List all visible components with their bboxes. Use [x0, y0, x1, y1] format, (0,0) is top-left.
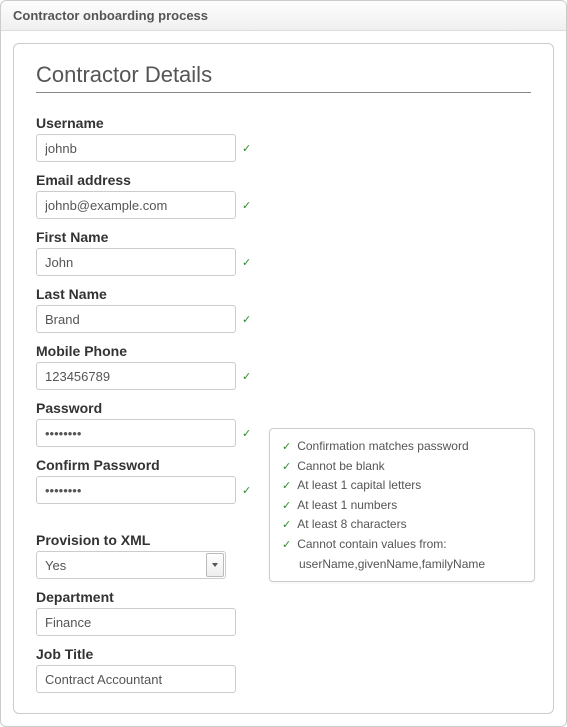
- rule-text: Confirmation matches password: [297, 439, 468, 455]
- input-email[interactable]: [36, 191, 236, 219]
- check-icon: ✓: [242, 427, 251, 440]
- select-provision[interactable]: Yes: [36, 551, 226, 579]
- rule-sub-text: userName,givenName,familyName: [299, 557, 522, 571]
- check-icon: ✓: [242, 484, 251, 497]
- check-icon: ✓: [282, 479, 291, 493]
- input-confirm-password[interactable]: [36, 476, 236, 504]
- check-icon: ✓: [282, 460, 291, 474]
- input-department[interactable]: [36, 608, 236, 636]
- check-icon: ✓: [282, 538, 291, 552]
- input-password[interactable]: [36, 419, 236, 447]
- field-department: Department: [36, 589, 531, 636]
- label-last-name: Last Name: [36, 286, 531, 302]
- check-icon: ✓: [242, 370, 251, 383]
- label-department: Department: [36, 589, 531, 605]
- details-panel: Contractor Details Username ✓ Email addr…: [13, 43, 554, 714]
- field-mobile: Mobile Phone ✓: [36, 343, 531, 390]
- label-email: Email address: [36, 172, 531, 188]
- check-icon: ✓: [282, 518, 291, 532]
- label-first-name: First Name: [36, 229, 531, 245]
- rule-text: Cannot contain values from:: [297, 537, 446, 553]
- onboarding-panel: Contractor onboarding process Contractor…: [0, 0, 567, 727]
- rule-text: At least 8 characters: [297, 517, 406, 533]
- field-username: Username ✓: [36, 115, 531, 162]
- label-password: Password: [36, 400, 531, 416]
- check-icon: ✓: [242, 313, 251, 326]
- rule-text: At least 1 numbers: [297, 498, 397, 514]
- panel-title: Contractor onboarding process: [1, 1, 566, 31]
- field-job-title: Job Title: [36, 646, 531, 693]
- check-icon: ✓: [242, 199, 251, 212]
- input-last-name[interactable]: [36, 305, 236, 333]
- check-icon: ✓: [242, 142, 251, 155]
- label-mobile: Mobile Phone: [36, 343, 531, 359]
- input-first-name[interactable]: [36, 248, 236, 276]
- field-last-name: Last Name ✓: [36, 286, 531, 333]
- input-mobile[interactable]: [36, 362, 236, 390]
- section-title: Contractor Details: [36, 62, 531, 93]
- check-icon: ✓: [282, 440, 291, 454]
- field-first-name: First Name ✓: [36, 229, 531, 276]
- label-username: Username: [36, 115, 531, 131]
- check-icon: ✓: [282, 499, 291, 513]
- label-job-title: Job Title: [36, 646, 531, 662]
- input-job-title[interactable]: [36, 665, 236, 693]
- field-email: Email address ✓: [36, 172, 531, 219]
- check-icon: ✓: [242, 256, 251, 269]
- password-rules-tooltip: ✓ Confirmation matches password ✓ Cannot b…: [269, 428, 535, 582]
- rule-text: At least 1 capital letters: [297, 478, 421, 494]
- rule-text: Cannot be blank: [297, 459, 384, 475]
- input-username[interactable]: [36, 134, 236, 162]
